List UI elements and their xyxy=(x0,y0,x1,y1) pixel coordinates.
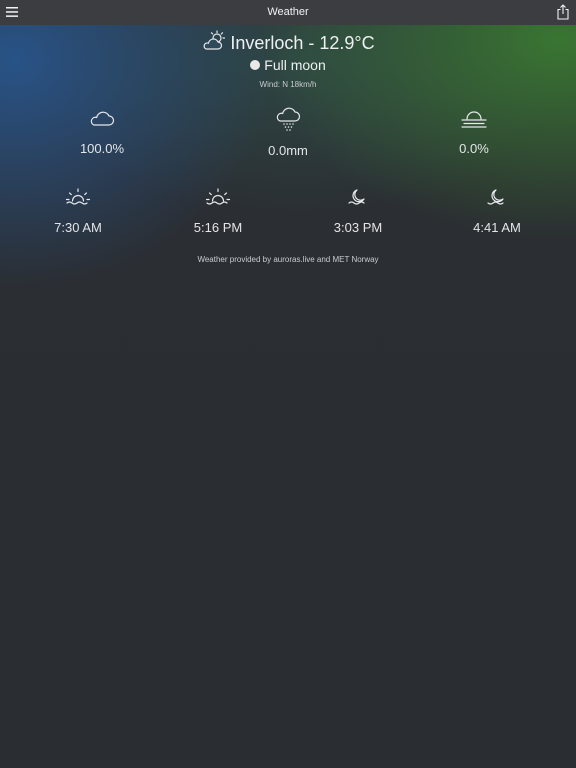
sunrise-icon xyxy=(65,188,91,205)
navigation-bar: Weather xyxy=(0,0,576,25)
location-temperature-row: Inverloch - 12.9°C xyxy=(0,30,576,56)
moonset-icon xyxy=(487,189,504,205)
nav-title: Weather xyxy=(267,6,309,18)
cloud-cover-value: 100.0% xyxy=(79,141,125,156)
precipitation-value: 0.0mm xyxy=(268,143,308,158)
moonrise-icon xyxy=(348,189,365,205)
precipitation-stat: 0.0mm xyxy=(228,107,348,158)
moonset-time: 4:41 AM xyxy=(437,185,557,235)
moon-phase-label: Full moon xyxy=(264,57,326,73)
fog-value: 0.0% xyxy=(459,141,489,156)
location-temperature: Inverloch - 12.9°C xyxy=(230,33,375,53)
sunset-value: 5:16 PM xyxy=(193,220,243,235)
moon-phase-row: Full moon xyxy=(0,57,576,73)
moonrise-time: 3:03 PM xyxy=(298,185,418,235)
sunrise-value: 7:30 AM xyxy=(54,220,102,235)
weather-content: Inverloch - 12.9°C Full moon Wind: N 18k… xyxy=(0,25,576,768)
moonset-value: 4:41 AM xyxy=(473,220,521,235)
fog-stat: 0.0% xyxy=(414,107,534,156)
moonrise-value: 3:03 PM xyxy=(333,220,383,235)
sunset-time: 5:16 PM xyxy=(158,185,278,235)
share-icon[interactable] xyxy=(556,4,570,20)
fog-icon xyxy=(461,111,487,128)
sunset-icon xyxy=(205,188,231,205)
weather-credit: Weather provided by auroras.live and MET… xyxy=(197,255,379,264)
full-moon-icon xyxy=(250,60,261,70)
sunrise-time: 7:30 AM xyxy=(18,185,138,235)
rain-icon xyxy=(276,107,301,131)
cloud-cover-stat: 100.0% xyxy=(42,107,162,156)
wind-info: Wind: N 18km/h xyxy=(259,80,317,89)
cloud-icon xyxy=(90,111,115,126)
partly-cloudy-icon xyxy=(203,30,226,50)
